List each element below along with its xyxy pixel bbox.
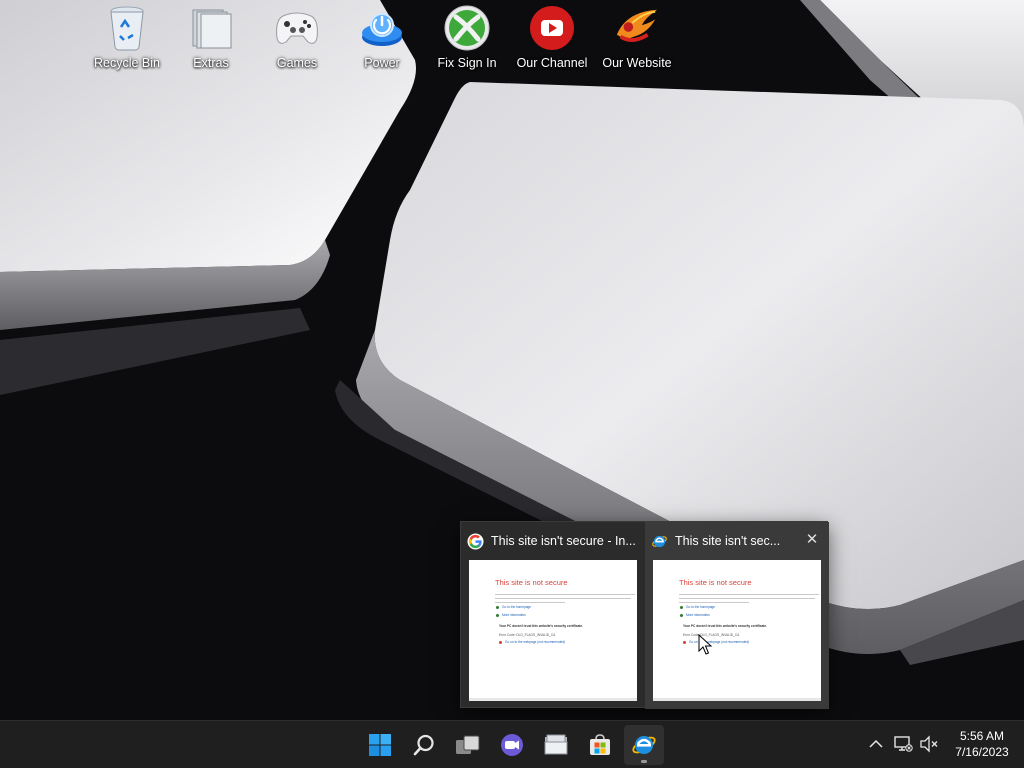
thumbnail-page-preview: This site is not secure Go to the homepa…	[653, 560, 821, 701]
desktop-icon-our-website[interactable]: Our Website	[595, 4, 679, 80]
show-hidden-icons-button[interactable]	[865, 733, 887, 755]
thumbnail-header: This site isn't secure - In...	[467, 532, 639, 550]
desktop-icon-games[interactable]: Games	[255, 4, 339, 80]
store-icon	[590, 734, 610, 755]
thumbnail-title: This site isn't sec...	[675, 534, 781, 548]
windows-start-icon	[369, 734, 391, 756]
volume-muted-icon	[920, 735, 938, 753]
file-explorer-icon	[544, 734, 568, 755]
desktop-icon-label: Fix Sign In	[437, 56, 497, 70]
option-link: Go to the homepage	[502, 605, 532, 609]
mouse-cursor-icon	[698, 634, 712, 655]
text-line	[495, 594, 635, 595]
xbox-icon	[443, 4, 491, 52]
desktop-icon-fix-sign-in[interactable]: Fix Sign In	[425, 4, 509, 80]
file-explorer-button[interactable]	[536, 725, 576, 765]
error-code: Error Code: DLG_FLAGS_INVALID_CA	[499, 633, 556, 637]
website-logo-icon	[613, 4, 661, 52]
bullet-dot	[496, 606, 499, 609]
desktop-icon-label: Extras	[193, 56, 229, 70]
desktop-icon-power[interactable]: Power	[340, 4, 424, 80]
thumbnail-header: This site isn't sec...	[651, 532, 823, 550]
internet-explorer-icon	[632, 736, 656, 754]
desktop-icon-label: Games	[276, 56, 318, 70]
start-button[interactable]	[360, 725, 400, 765]
desktop-icon-recycle-bin[interactable]: Recycle Bin	[85, 4, 169, 80]
option-link: Go to the homepage	[686, 605, 716, 609]
page-bottom-strip	[469, 698, 637, 701]
chevron-up-icon	[869, 739, 883, 748]
page-bottom-strip	[653, 698, 821, 701]
clock-time: 5:56 AM	[959, 729, 1005, 743]
thumbnail-page-preview: This site is not secure Go to the homepa…	[469, 560, 637, 701]
internet-explorer-icon	[652, 535, 667, 547]
volume-button[interactable]	[918, 733, 940, 755]
close-icon[interactable]: ✕	[805, 532, 819, 547]
bullet-dot	[496, 614, 499, 617]
taskbar-thumbnail-preview: This site isn't secure - In... This site…	[460, 521, 829, 709]
bullet-dot	[680, 614, 683, 617]
page-heading: This site is not secure	[495, 578, 568, 587]
task-view-icon	[456, 735, 480, 754]
folders-icon	[187, 4, 235, 52]
desktop-icon-label: Our Website	[602, 56, 672, 70]
recycle-bin-icon	[103, 4, 151, 52]
thumbnail-window-1[interactable]: This site isn't secure - In... This site…	[461, 522, 645, 709]
desktop-icon-label: Our Channel	[516, 56, 588, 70]
chat-icon	[501, 734, 523, 756]
warning-text: Your PC doesn't trust this website's sec…	[499, 624, 583, 628]
microsoft-store-button[interactable]	[580, 725, 620, 765]
bullet-dot	[680, 606, 683, 609]
option-link: Go on to the webpage (not recommended)	[505, 640, 566, 644]
power-icon	[358, 4, 406, 52]
bullet-dot	[499, 641, 502, 644]
text-line	[495, 598, 631, 599]
text-line	[679, 594, 819, 595]
taskbar-clock[interactable]: 5:56 AM 7/16/2023	[944, 728, 1020, 760]
game-controller-icon	[273, 4, 321, 52]
text-line	[679, 598, 815, 599]
option-link: More information	[502, 613, 526, 617]
search-icon	[413, 734, 434, 756]
desktop-icon-our-channel[interactable]: Our Channel	[510, 4, 594, 80]
clock-date: 7/16/2023	[955, 745, 1009, 759]
desktop-icon-label: Power	[364, 56, 400, 70]
desktop-icon-label: Recycle Bin	[94, 56, 160, 70]
text-line	[679, 602, 749, 603]
search-button[interactable]	[404, 725, 444, 765]
desktop-icon-extras[interactable]: Extras	[169, 4, 253, 80]
network-disconnected-icon	[894, 736, 913, 752]
chat-button[interactable]	[492, 725, 532, 765]
taskbar: 5:56 AM 7/16/2023	[0, 720, 1024, 768]
warning-text: Your PC doesn't trust this website's sec…	[683, 624, 767, 628]
bullet-dot	[683, 641, 686, 644]
text-line	[495, 602, 565, 603]
option-link: More information	[686, 613, 710, 617]
youtube-icon	[528, 4, 576, 52]
running-indicator	[641, 760, 647, 763]
internet-explorer-button[interactable]	[624, 725, 664, 765]
network-status-button[interactable]	[892, 733, 914, 755]
page-heading: This site is not secure	[679, 578, 752, 587]
thumbnail-window-2[interactable]: This site isn't sec... ✕ This site is no…	[645, 522, 829, 709]
thumbnail-title: This site isn't secure - In...	[491, 534, 636, 548]
google-icon	[467, 532, 484, 550]
task-view-button[interactable]	[448, 725, 488, 765]
